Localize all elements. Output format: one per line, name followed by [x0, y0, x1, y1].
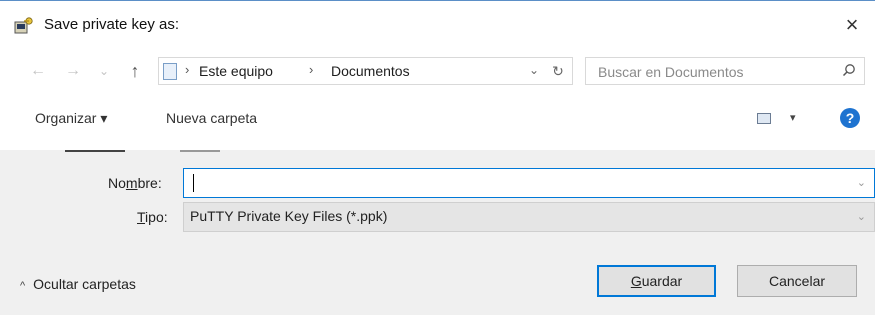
hide-folders-label: Ocultar carpetas: [33, 276, 136, 292]
file-name-input[interactable]: [190, 173, 834, 195]
address-row: ← → ⌄ ↑ › Este equipo › Documentos ⌄ ↻: [0, 50, 875, 94]
file-type-label: Tipo:: [137, 209, 168, 225]
save-dialog: Save private key as: × ← → ⌄ ↑ › Este eq…: [0, 0, 875, 315]
forward-button[interactable]: →: [62, 60, 84, 82]
search-box[interactable]: [585, 57, 865, 85]
file-list-remnant: [65, 150, 125, 152]
breadcrumb-separator-icon: ›: [309, 62, 314, 77]
breadcrumb-este-equipo[interactable]: Este equipo: [199, 63, 273, 79]
close-button[interactable]: ×: [829, 1, 875, 49]
command-toolbar: Organizar ▾ Nueva carpeta ▾ ?: [0, 99, 875, 139]
search-icon[interactable]: [842, 63, 856, 77]
help-icon[interactable]: ?: [840, 108, 860, 128]
file-type-select[interactable]: PuTTY Private Key Files (*.ppk) ⌄: [183, 202, 875, 232]
window-title: Save private key as:: [44, 16, 180, 33]
chevron-down-icon[interactable]: ⌄: [857, 176, 866, 189]
back-arrow-icon: ←: [30, 62, 46, 79]
text-caret: [193, 174, 194, 192]
up-arrow-icon: ↑: [130, 60, 140, 81]
back-button[interactable]: ←: [27, 60, 49, 82]
file-type-value: PuTTY Private Key Files (*.ppk): [190, 208, 388, 224]
breadcrumb-separator-icon: ›: [185, 62, 190, 77]
save-form-panel: Nombre: ⌄ Tipo: PuTTY Private Key Files …: [0, 150, 875, 315]
chevron-down-icon: ⌄: [856, 211, 866, 223]
address-dropdown-icon[interactable]: ⌄: [529, 63, 539, 77]
chevron-down-icon: ▾: [790, 112, 796, 124]
chevron-up-icon: ^: [20, 280, 26, 292]
up-button[interactable]: ↑: [124, 60, 146, 82]
file-name-field[interactable]: ⌄: [183, 168, 875, 198]
breadcrumb-documentos[interactable]: Documentos: [331, 63, 410, 79]
close-icon: ×: [845, 12, 859, 37]
putty-keygen-icon: [14, 16, 34, 36]
this-pc-icon: [163, 63, 177, 80]
organize-menu-button[interactable]: Organizar ▾: [35, 110, 107, 127]
new-folder-button[interactable]: Nueva carpeta: [166, 110, 257, 126]
forward-arrow-icon: →: [65, 62, 81, 79]
file-name-label: Nombre:: [108, 175, 162, 191]
address-bar[interactable]: › Este equipo › Documentos ⌄ ↻: [158, 57, 573, 85]
save-button[interactable]: Guardar: [597, 265, 716, 297]
view-options-icon: [757, 113, 771, 124]
search-input[interactable]: [596, 61, 825, 83]
chevron-down-icon: ⌄: [98, 64, 110, 78]
view-options-button[interactable]: ▾: [755, 109, 805, 129]
file-list-remnant: [180, 150, 220, 152]
title-bar: Save private key as: ×: [0, 1, 875, 49]
refresh-icon[interactable]: ↻: [547, 61, 569, 81]
hide-folders-toggle[interactable]: ^ Ocultar carpetas: [20, 276, 136, 296]
recent-locations-button[interactable]: ⌄: [93, 60, 115, 82]
cancel-button[interactable]: Cancelar: [737, 265, 857, 297]
